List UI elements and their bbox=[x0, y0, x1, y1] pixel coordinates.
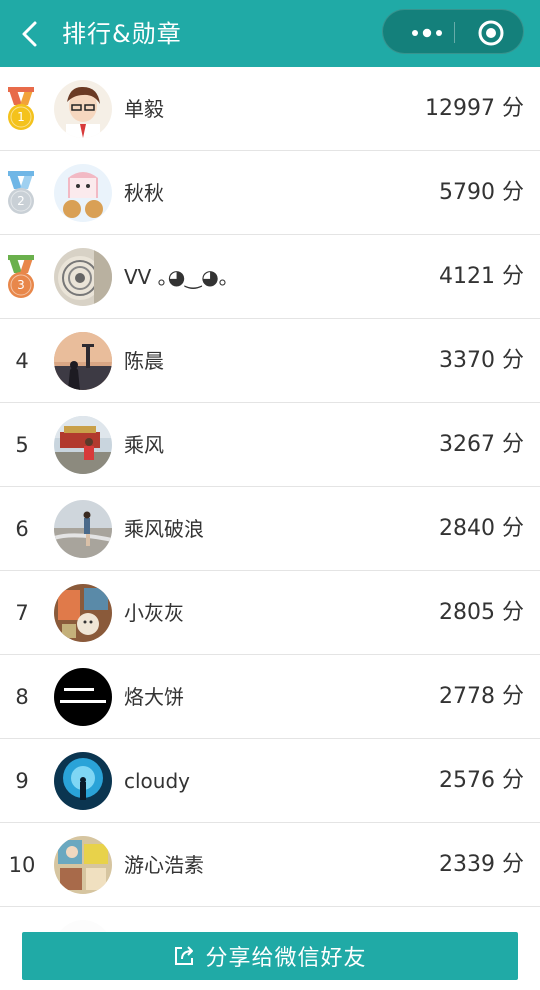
avatar bbox=[54, 668, 112, 726]
user-score: 12997 分 bbox=[425, 96, 524, 121]
rank-number: 5 bbox=[15, 433, 29, 457]
leaderboard-row[interactable]: 3 VV ｡◕‿◕｡ 4121 分 bbox=[0, 235, 540, 319]
rank-number: 7 bbox=[15, 601, 29, 625]
silver-medal-icon: 2 bbox=[4, 171, 38, 217]
rank-number: 9 bbox=[15, 769, 29, 793]
mini-program-capsule bbox=[382, 9, 524, 54]
leaderboard-list: 1 单毅 12997 分 2 秋秋 5790 分 3 VV ｡◕‿◕｡ 4121 分 4 陈晨 337… bbox=[0, 67, 540, 978]
leaderboard-row[interactable]: 1 单毅 12997 分 bbox=[0, 67, 540, 151]
user-name: VV ｡◕‿◕｡ bbox=[124, 265, 229, 289]
leaderboard-row[interactable]: 5 乘风 3267 分 bbox=[0, 403, 540, 487]
user-name: 陈晨 bbox=[124, 349, 164, 373]
user-score: 3267 分 bbox=[439, 432, 524, 457]
avatar bbox=[54, 164, 112, 222]
rank-number: 6 bbox=[15, 517, 29, 541]
user-score: 2840 分 bbox=[439, 516, 524, 541]
user-name: 乘风破浪 bbox=[124, 517, 204, 541]
user-name: 秋秋 bbox=[124, 181, 164, 205]
bottom-bar: 分享给微信好友 bbox=[0, 915, 540, 990]
user-name: 乘风 bbox=[124, 433, 164, 457]
leaderboard-row[interactable]: 8 烙大饼 2778 分 bbox=[0, 655, 540, 739]
capsule-divider bbox=[454, 22, 455, 43]
avatar bbox=[54, 248, 112, 306]
leaderboard-row[interactable]: 9 cloudy 2576 分 bbox=[0, 739, 540, 823]
user-score: 2805 分 bbox=[439, 600, 524, 625]
more-button[interactable] bbox=[397, 10, 457, 55]
user-score: 2339 分 bbox=[439, 852, 524, 877]
medal-rank-label: 2 bbox=[17, 194, 25, 208]
close-button[interactable] bbox=[471, 10, 511, 55]
leaderboard-row[interactable]: 10 游心浩素 2339 分 bbox=[0, 823, 540, 907]
user-name: 烙大饼 bbox=[124, 685, 184, 709]
bronze-medal-icon: 3 bbox=[4, 255, 38, 301]
avatar bbox=[54, 80, 112, 138]
share-to-wechat-button[interactable]: 分享给微信好友 bbox=[22, 932, 518, 980]
avatar bbox=[54, 500, 112, 558]
gold-medal-icon: 1 bbox=[4, 87, 38, 133]
page-title: 排行&勋章 bbox=[62, 20, 182, 48]
chevron-left-icon bbox=[22, 21, 37, 47]
avatar bbox=[54, 584, 112, 642]
avatar bbox=[54, 836, 112, 894]
user-name: 游心浩素 bbox=[124, 853, 204, 877]
user-score: 3370 分 bbox=[439, 348, 524, 373]
medal-rank-label: 3 bbox=[17, 278, 25, 292]
user-score: 4121 分 bbox=[439, 264, 524, 289]
medal-rank-label: 1 bbox=[17, 110, 25, 124]
user-score: 2778 分 bbox=[439, 684, 524, 709]
rank-number: 4 bbox=[15, 349, 29, 373]
leaderboard-row[interactable]: 6 乘风破浪 2840 分 bbox=[0, 487, 540, 571]
back-button[interactable] bbox=[10, 14, 50, 54]
rank-number: 8 bbox=[15, 685, 29, 709]
user-score: 5790 分 bbox=[439, 180, 524, 205]
leaderboard-row[interactable]: 2 秋秋 5790 分 bbox=[0, 151, 540, 235]
rank-number: 10 bbox=[8, 853, 36, 877]
avatar bbox=[54, 332, 112, 390]
mini-program-close-icon bbox=[478, 20, 504, 45]
user-name: cloudy bbox=[124, 769, 190, 793]
share-icon bbox=[175, 946, 194, 965]
leaderboard-row[interactable]: 4 陈晨 3370 分 bbox=[0, 319, 540, 403]
avatar bbox=[54, 752, 112, 810]
share-button-label: 分享给微信好友 bbox=[205, 946, 367, 971]
more-dots-icon bbox=[412, 28, 442, 37]
leaderboard-row[interactable]: 7 小灰灰 2805 分 bbox=[0, 571, 540, 655]
nav-bar: 排行&勋章 bbox=[0, 0, 540, 67]
user-name: 小灰灰 bbox=[124, 601, 184, 625]
user-score: 2576 分 bbox=[439, 768, 524, 793]
avatar bbox=[54, 416, 112, 474]
user-name: 单毅 bbox=[124, 97, 164, 121]
